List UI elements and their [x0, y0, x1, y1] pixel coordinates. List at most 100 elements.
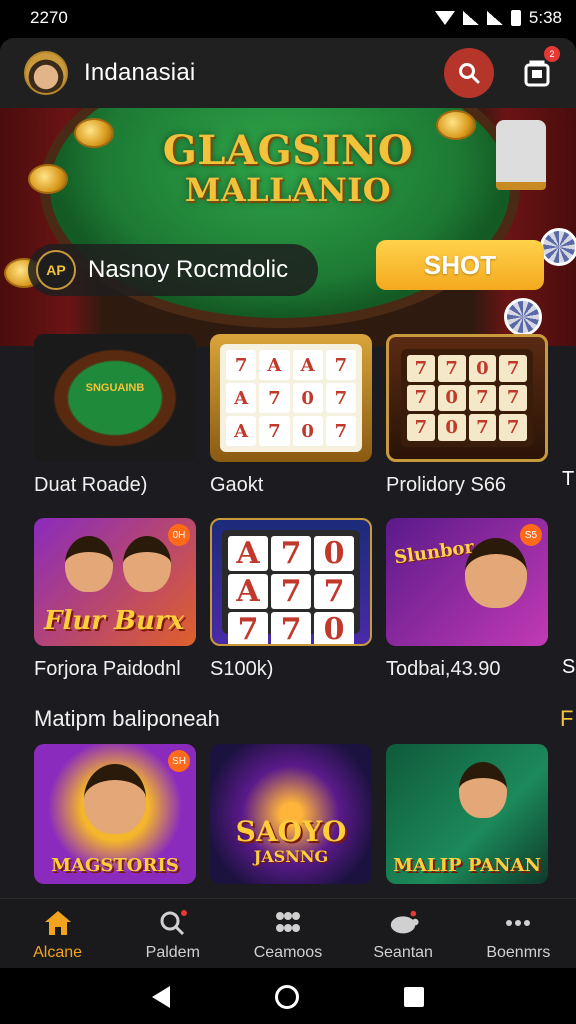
- status-icons: 5:38: [434, 8, 562, 28]
- system-navigation-bar: [0, 970, 576, 1024]
- game-title: Forjora Paidodnl: [34, 658, 181, 680]
- reel-symbol: A: [228, 574, 268, 609]
- nav-item-home[interactable]: Alcane: [3, 908, 113, 962]
- nav-item-games[interactable]: Ceamoos: [233, 908, 343, 962]
- thumbnail-subtitle: JASNNG: [253, 847, 329, 866]
- reel-symbol: 7: [271, 612, 311, 644]
- game-thumbnail: MAGSTORIS SH: [34, 744, 196, 884]
- home-button-icon[interactable]: [274, 985, 299, 1009]
- hero-info-pill[interactable]: AP Nasnoy Rocmdolic: [28, 244, 318, 296]
- reel-symbol: 7: [407, 414, 435, 441]
- game-title: Duat Roade): [34, 474, 148, 496]
- search-badge-icon: [157, 908, 189, 938]
- home-icon: [42, 908, 74, 938]
- notifications-button[interactable]: 2: [522, 46, 560, 88]
- status-bar: 2270 5:38: [0, 0, 576, 36]
- reel-symbol: 7: [499, 384, 527, 412]
- hero-pill-text: Nasnoy Rocmdolic: [88, 256, 289, 283]
- section-title: Matipm baliponeah: [34, 706, 220, 731]
- reel-symbol: 0: [292, 416, 323, 446]
- reel-symbol: 7: [259, 383, 290, 413]
- game-row-1: SNGUAINB Duat Roade) 7 A A 7 A 7 0 7 A 7…: [0, 334, 576, 497]
- reel-symbol: 7: [228, 612, 268, 644]
- game-card[interactable]: 7 7 0 7 7 0 7 7 7 0 7 7 Prolidory S66: [386, 334, 548, 497]
- game-card[interactable]: MALIP PANAN: [386, 744, 548, 884]
- nav-item-turtle[interactable]: Seantan: [348, 908, 458, 962]
- search-button[interactable]: [444, 48, 494, 98]
- nav-item-search[interactable]: Paldem: [118, 908, 228, 962]
- reel-symbol: 7: [271, 536, 311, 571]
- game-badge: S5: [520, 524, 542, 546]
- reel-symbol: A: [226, 416, 257, 446]
- status-time: 2270: [30, 8, 68, 27]
- nav-label: Boenmrs: [486, 943, 551, 961]
- reel-symbol: 7: [407, 384, 435, 412]
- nav-item-more[interactable]: Boenmrs: [463, 908, 573, 962]
- hero-title: GLAGSINO MALLANIO: [0, 127, 576, 209]
- thumbnail-title: Slunbor: [392, 536, 476, 569]
- reel-symbol: A: [292, 350, 323, 380]
- game-thumbnail: Flur Burx 0H: [34, 518, 196, 646]
- back-icon[interactable]: [152, 986, 171, 1008]
- reel-symbol: 7: [314, 574, 354, 609]
- status-clock: 5:38: [528, 8, 562, 27]
- reel-symbol: 7: [325, 416, 356, 446]
- hero-title-line2: MALLANIO: [184, 171, 392, 209]
- app-header: Indanasiai 2: [0, 38, 576, 108]
- nav-label: Seantan: [373, 943, 433, 961]
- reel-symbol: 7: [499, 355, 527, 382]
- grid-icon: [272, 908, 304, 938]
- nav-label: Paldem: [145, 943, 200, 961]
- chip-graphic: [504, 298, 542, 336]
- reel-symbol: 0: [437, 384, 466, 412]
- character-graphic: [65, 536, 114, 592]
- reel-symbol: 7: [437, 355, 466, 382]
- search-icon: [459, 63, 480, 84]
- character-graphic: [465, 538, 528, 608]
- game-card[interactable]: 7 A A 7 A 7 0 7 A 7 0 7 Gaokt: [210, 334, 372, 497]
- recents-icon[interactable]: [403, 987, 424, 1007]
- felt-text: SNGUAINB: [85, 382, 145, 394]
- game-card[interactable]: SAOYO JASNNG: [210, 744, 372, 884]
- reel-symbol: 0: [437, 414, 466, 441]
- reel-symbol: A: [259, 350, 290, 380]
- reel-symbol: 7: [407, 355, 435, 382]
- game-card[interactable]: Flur Burx 0H Forjora Paidodnl: [34, 518, 196, 681]
- reel-symbol: 0: [314, 536, 354, 571]
- hero-title-line1: GLAGSINO: [162, 127, 414, 174]
- game-title: Gaokt: [210, 474, 264, 496]
- reel-symbol: 7: [325, 350, 356, 380]
- battery-icon: [510, 10, 521, 26]
- header-actions: 2: [444, 46, 560, 98]
- reel-symbol: 7: [468, 384, 497, 412]
- reel-symbol: A: [228, 536, 268, 571]
- slot-reels: 7 A A 7 A 7 0 7 A 7 0 7: [220, 344, 362, 452]
- slot-reels: 7 7 0 7 7 0 7 7 7 0 7 7: [401, 349, 533, 447]
- hero-cta-button[interactable]: SHOT: [376, 240, 544, 290]
- avatar[interactable]: [24, 51, 68, 95]
- game-thumbnail: Slunbor S5: [386, 518, 548, 646]
- thumbnail-title: SAOYO: [235, 815, 347, 848]
- game-card[interactable]: MAGSTORIS SH: [34, 744, 196, 884]
- more-icon: [502, 908, 534, 938]
- hero-banner[interactable]: GLAGSINO MALLANIO AP Nasnoy Rocmdolic SH…: [0, 108, 576, 346]
- reel-symbol: 0: [468, 355, 497, 382]
- app-screen: Indanasiai 2 GLAGSINO MALLANIO AP Nasnoy…: [0, 38, 576, 968]
- notification-badge: 2: [544, 46, 560, 62]
- reel-symbol: 0: [314, 612, 354, 644]
- chip-graphic: [540, 228, 576, 266]
- reel-symbol: 7: [271, 574, 311, 609]
- game-card[interactable]: SNGUAINB Duat Roade): [34, 334, 196, 497]
- nav-label: Alcane: [33, 943, 83, 961]
- slot-reels: A 7 0 A 7 7 7 7 0: [222, 530, 360, 644]
- reel-symbol: 7: [468, 414, 497, 441]
- game-card[interactable]: Slunbor S5 Todbai,43.90: [386, 518, 548, 681]
- reel-symbol: 7: [325, 383, 356, 413]
- reel-symbol: 7: [226, 350, 257, 380]
- row2-peek-text: S: [562, 656, 576, 678]
- turtle-icon: [387, 908, 419, 938]
- game-card[interactable]: A 7 0 A 7 7 7 7 0 S100k): [210, 518, 372, 681]
- reel-symbol: A: [226, 383, 257, 413]
- thumbnail-title: MAGSTORIS: [51, 855, 179, 876]
- game-thumbnail: SAOYO JASNNG: [210, 744, 372, 884]
